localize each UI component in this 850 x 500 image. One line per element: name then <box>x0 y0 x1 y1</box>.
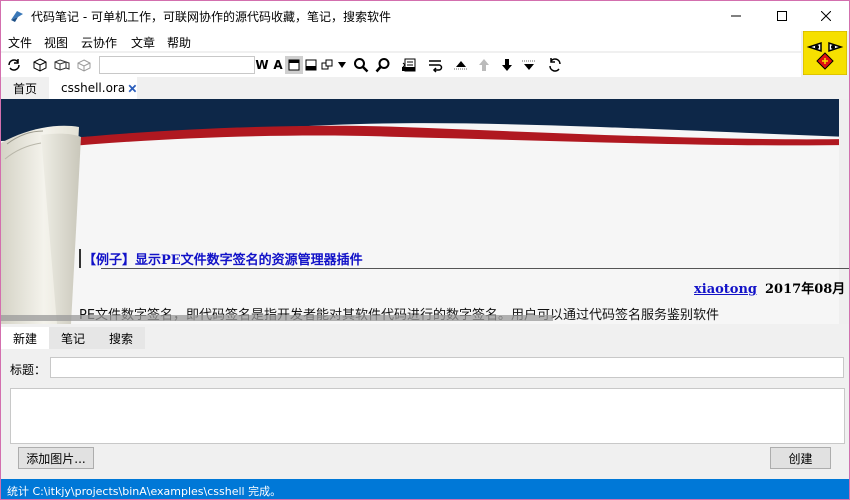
print-icon <box>402 58 416 72</box>
article-view[interactable]: 【例子】显示PE文件数字签名的资源管理器插件 xiaotong 2017年08月 … <box>1 99 849 324</box>
create-button[interactable]: 创建 <box>770 447 831 469</box>
document-tab-strip: 首页 csshell.ora <box>1 77 849 99</box>
mascot-avatar-icon[interactable] <box>803 31 847 75</box>
tab-new[interactable]: 新建 <box>1 327 49 349</box>
title-divider <box>101 268 849 269</box>
arrow-down-icon <box>502 59 512 71</box>
cube-stack-icon <box>54 59 70 71</box>
cube-icon <box>33 58 47 72</box>
tab-notes[interactable]: 笔记 <box>49 327 97 349</box>
menu-article[interactable]: 文章 <box>131 34 155 51</box>
tab-csshell[interactable]: csshell.ora <box>49 77 137 99</box>
zoom-button[interactable] <box>374 56 392 74</box>
title-input[interactable] <box>50 357 844 378</box>
wrap-icon <box>429 60 443 73</box>
maximize-button[interactable] <box>759 1 805 31</box>
refresh-icon <box>8 59 20 71</box>
title-label: 标题： <box>10 363 47 377</box>
layout-single-icon <box>288 59 300 71</box>
font-bold-icon: W <box>255 58 269 72</box>
dropdown-icon <box>338 62 346 68</box>
note-body-textarea[interactable] <box>10 388 845 444</box>
arrow-down-button[interactable] <box>498 56 516 74</box>
cube-button[interactable] <box>31 56 49 74</box>
article-date: 2017年08月 <box>765 282 846 297</box>
menu-view[interactable]: 视图 <box>44 34 68 51</box>
app-window: 代码笔记 - 可单机工作，可联网协作的源代码收藏，笔记，搜索软件 文件 视图 云… <box>0 0 850 500</box>
tab-notes-label: 笔记 <box>60 331 85 346</box>
minimize-icon <box>731 15 741 17</box>
expand-down-icon <box>522 60 536 70</box>
collapse-up-button[interactable] <box>452 56 470 74</box>
article-title[interactable]: 【例子】显示PE文件数字签名的资源管理器插件 <box>79 249 363 268</box>
tab-search-label: 搜索 <box>108 331 133 346</box>
tab-search[interactable]: 搜索 <box>97 327 145 349</box>
close-button[interactable] <box>803 1 849 31</box>
toolbar: W A <box>1 53 801 77</box>
window-title: 代码笔记 - 可单机工作，可联网协作的源代码收藏，笔记，搜索软件 <box>31 10 391 24</box>
status-text: 统计 C:\itkjy\projects\binA\examples\csshe… <box>7 485 282 498</box>
menu-help[interactable]: 帮助 <box>167 34 191 51</box>
tab-new-label: 新建 <box>12 331 37 346</box>
sync-icon <box>549 58 561 72</box>
article-author-link[interactable]: xiaotong <box>694 282 757 297</box>
arrow-up-button[interactable] <box>475 56 493 74</box>
layout-windows-icon <box>321 59 333 70</box>
collapse-up-icon <box>454 61 468 70</box>
expand-down-button[interactable] <box>520 56 538 74</box>
horizontal-scrollbar[interactable] <box>1 315 553 321</box>
new-note-form: 标题： 添加图片... 创建 <box>1 349 849 477</box>
menu-bar: 文件 视图 云协作 文章 帮助 <box>1 31 801 51</box>
minimize-button[interactable] <box>713 1 759 31</box>
search-icon <box>354 58 369 73</box>
arrow-up-icon <box>479 59 489 71</box>
menu-file[interactable]: 文件 <box>8 34 32 51</box>
close-icon <box>821 11 831 21</box>
toolbar-search-input[interactable] <box>99 56 255 74</box>
cube-stack-button[interactable] <box>53 56 71 74</box>
menu-cloud[interactable]: 云协作 <box>81 34 117 51</box>
layout-split-icon <box>305 59 317 71</box>
tab-close-icon[interactable] <box>128 83 137 94</box>
zoom-icon <box>375 58 390 73</box>
layout-single-button[interactable] <box>285 56 303 74</box>
add-image-label: 添加图片... <box>26 451 86 466</box>
tab-csshell-label: csshell.ora <box>61 81 126 95</box>
tab-home[interactable]: 首页 <box>1 77 49 99</box>
print-button[interactable] <box>400 56 418 74</box>
app-logo-icon <box>11 11 23 22</box>
wrap-button[interactable] <box>426 56 444 74</box>
layout-dropdown-button[interactable] <box>333 56 351 74</box>
article-meta: xiaotong 2017年08月 <box>694 278 845 297</box>
cube-outline-button[interactable] <box>75 56 93 74</box>
font-size-icon: A <box>273 58 283 72</box>
status-bar: 统计 C:\itkjy\projects\binA\examples\csshe… <box>1 479 849 499</box>
create-label: 创建 <box>788 451 813 466</box>
editor-tab-strip: 新建 笔记 搜索 <box>1 327 849 349</box>
refresh-button[interactable] <box>5 56 23 74</box>
maximize-icon <box>777 11 787 21</box>
title-bar[interactable]: 代码笔记 - 可单机工作，可联网协作的源代码收藏，笔记，搜索软件 <box>1 1 849 31</box>
sync-button[interactable] <box>546 56 564 74</box>
tab-home-label: 首页 <box>12 81 37 96</box>
search-button[interactable] <box>352 56 370 74</box>
add-image-button[interactable]: 添加图片... <box>18 447 94 469</box>
cube-outline-icon <box>77 59 91 72</box>
